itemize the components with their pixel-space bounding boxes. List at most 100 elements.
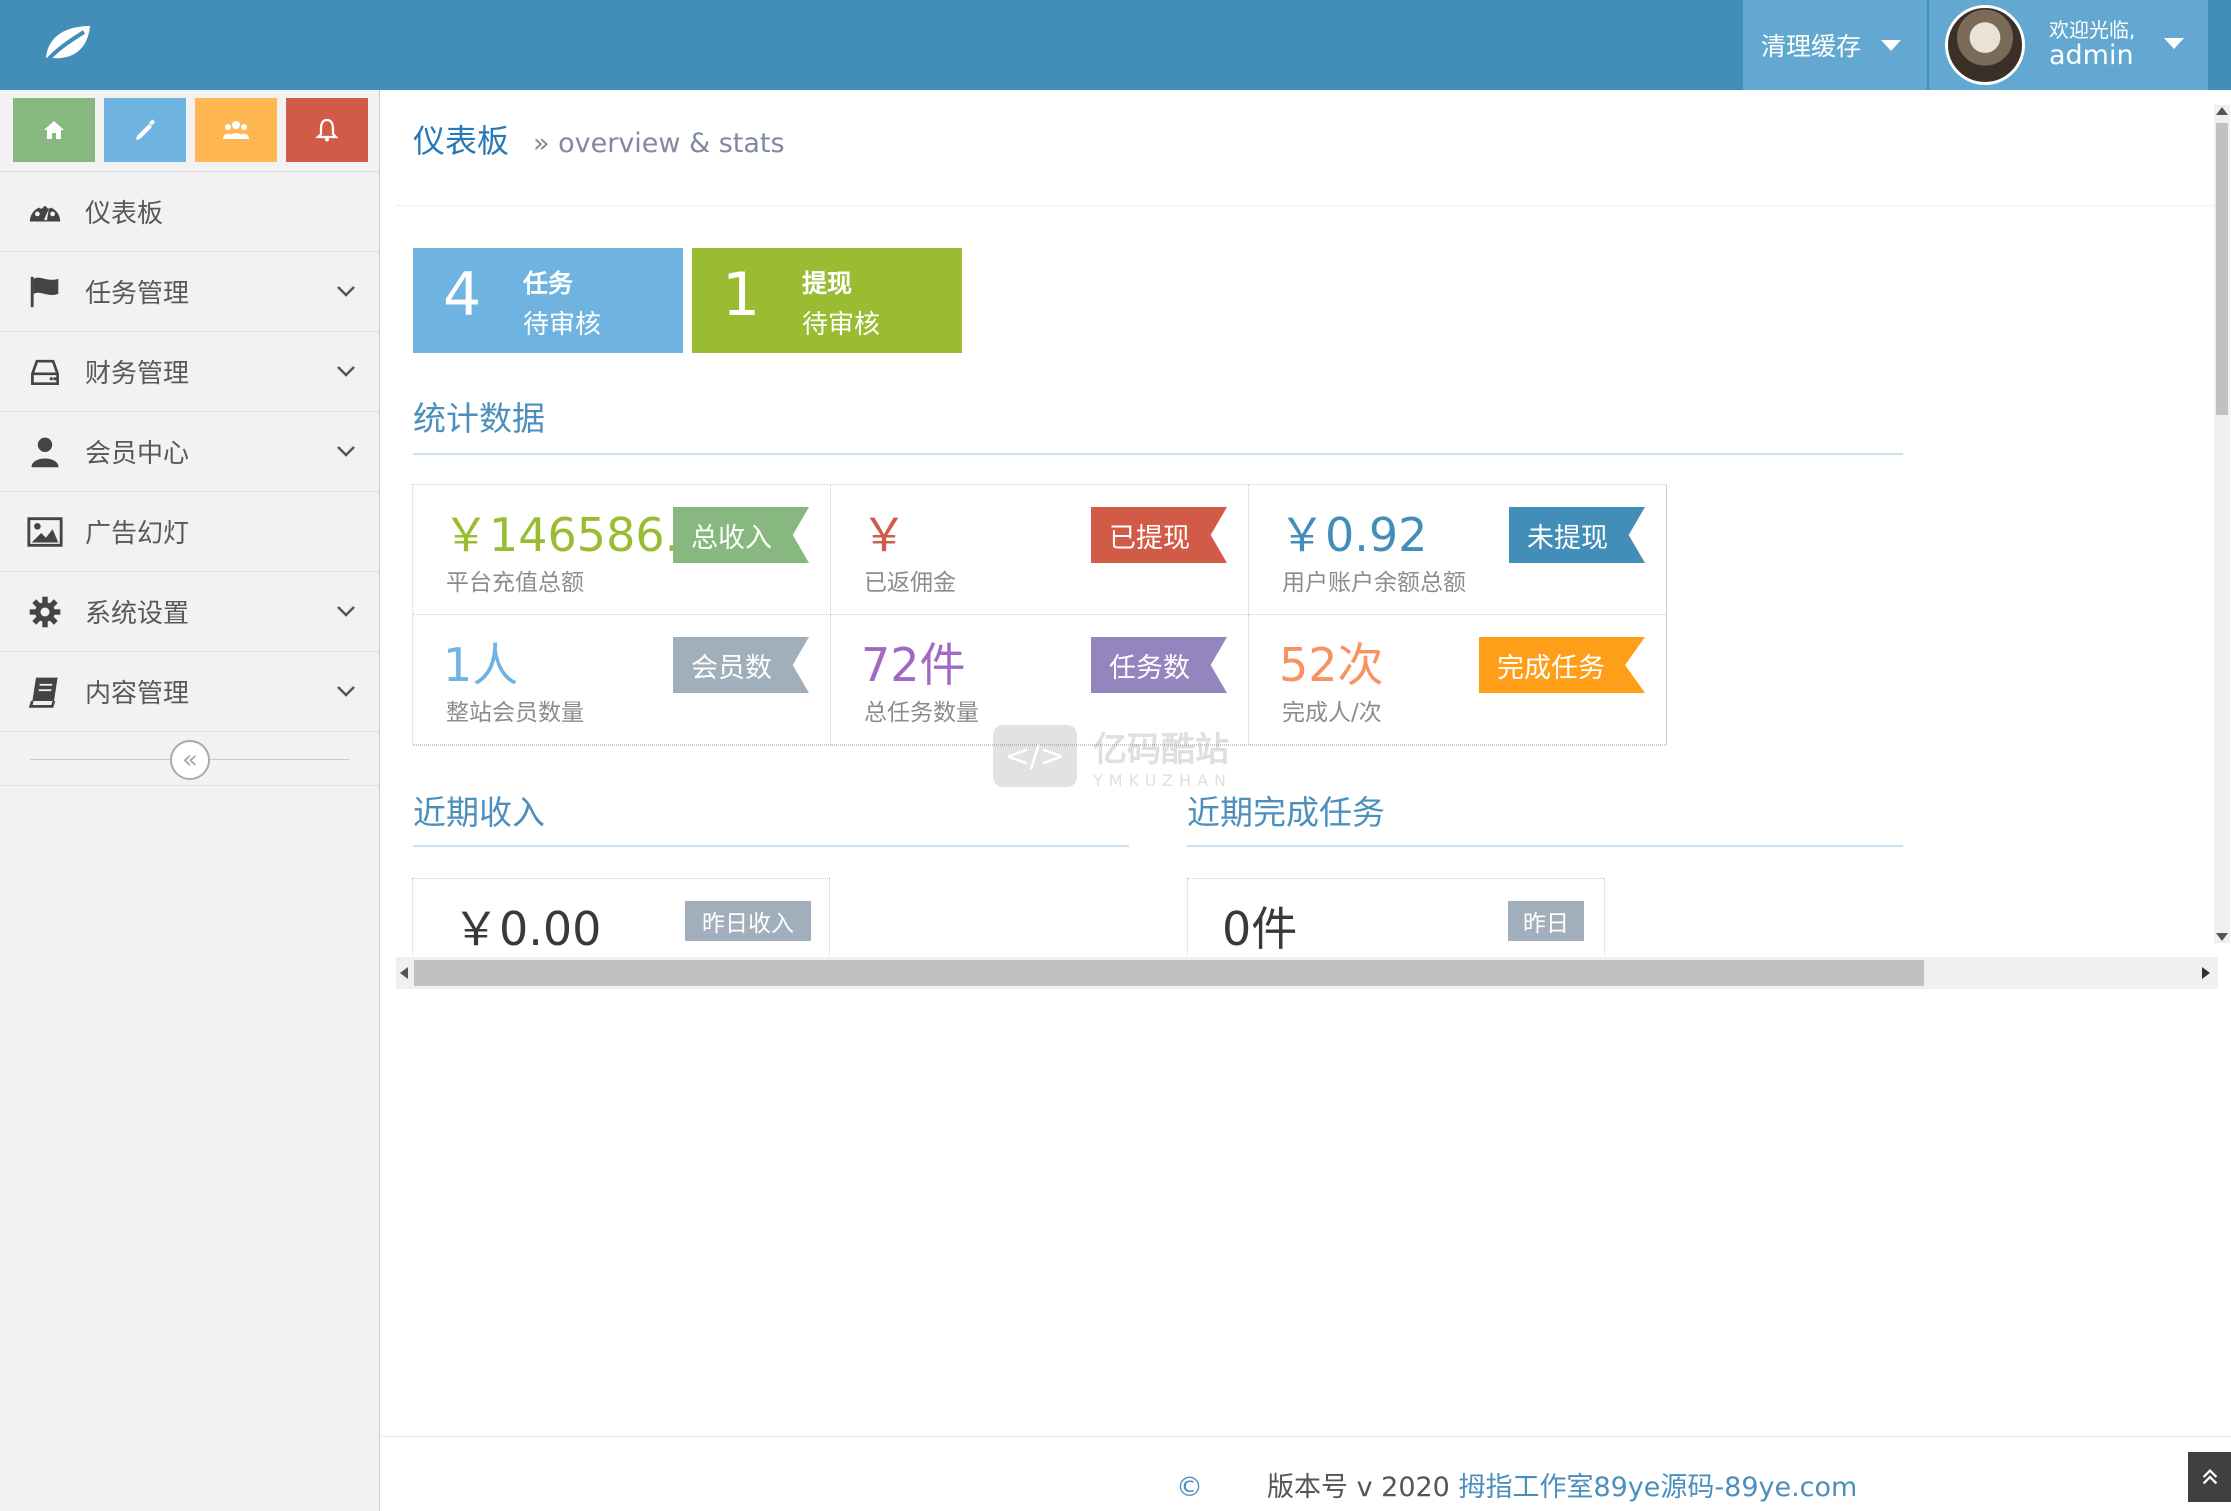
stats-section-title: 统计数据 — [413, 399, 545, 438]
recent-tasks-tag: 昨日 — [1508, 901, 1584, 941]
home-icon — [44, 121, 64, 139]
sidebar-item-label: 仪表板 — [85, 199, 164, 229]
sidebar-item-content[interactable]: 内容管理 — [0, 652, 379, 732]
sidebar-item-settings[interactable]: 系统设置 — [0, 572, 379, 652]
sidebar-item-dashboard[interactable]: 仪表板 — [0, 172, 379, 252]
stat-value: 52次 — [1279, 638, 1384, 692]
stat-value: ￥ — [861, 508, 907, 562]
horizontal-scrollbar[interactable] — [396, 957, 2218, 989]
chevron-down-icon — [337, 606, 355, 617]
stat-label: 用户账户余额总额 — [1282, 570, 1466, 596]
stat-label: 总任务数量 — [864, 700, 979, 726]
top-navbar: 清理缓存 欢迎光临, admin — [0, 0, 2231, 90]
pending-withdraw-count: 1 — [722, 260, 761, 330]
recent-income-tag: 昨日收入 — [685, 901, 811, 941]
sidebar-item-label: 任务管理 — [85, 279, 190, 309]
recent-tasks-title: 近期完成任务 — [1187, 793, 1385, 832]
pencil-icon — [136, 119, 156, 140]
users-icon — [223, 121, 249, 139]
stat-badge: 会员数 — [673, 637, 809, 693]
stat-completed: 52次 完成人/次 完成任务 — [1249, 615, 1667, 745]
recent-income-value: ￥0.00 — [453, 902, 602, 956]
sidebar-item-label: 系统设置 — [85, 599, 190, 629]
scrollbar-thumb[interactable] — [2216, 123, 2228, 415]
stat-badge: 已提现 — [1091, 507, 1227, 563]
sidebar-item-label: 内容管理 — [85, 679, 190, 709]
stat-label: 完成人/次 — [1282, 700, 1382, 726]
sidebar-collapse-button[interactable]: « — [170, 740, 210, 780]
user-menu[interactable]: 欢迎光临, admin — [1929, 0, 2208, 90]
clear-cache-dropdown[interactable]: 清理缓存 — [1743, 0, 1927, 90]
flag-icon — [25, 272, 65, 312]
caret-down-icon — [2164, 38, 2184, 49]
stat-label: 已返佣金 — [864, 570, 956, 596]
stat-value: 72件 — [861, 638, 966, 692]
leaf-logo-icon[interactable] — [40, 18, 96, 68]
main-content: 仪表板 » overview & stats 4 任务 待审核 1 提现 待审核… — [381, 90, 2231, 1511]
bell-icon — [315, 118, 339, 142]
stat-withdrawn: ￥ 已返佣金 已提现 — [831, 485, 1249, 615]
recent-income-card: ￥0.00 昨日收入 — [412, 878, 830, 958]
divider — [413, 845, 1129, 847]
chevron-down-icon — [337, 686, 355, 697]
sidebar-item-finance[interactable]: 财务管理 — [0, 332, 379, 412]
scroll-left-icon[interactable] — [400, 967, 408, 979]
sidebar-collapse-row: « — [0, 732, 379, 786]
pending-tasks-box[interactable]: 4 任务 待审核 — [413, 248, 683, 353]
sidebar-item-label: 财务管理 — [85, 359, 190, 389]
pending-withdraw-status: 待审核 — [802, 310, 881, 340]
watermark-text: 亿码酷站 — [1093, 730, 1229, 770]
stat-members: 1人 整站会员数量 会员数 — [413, 615, 831, 745]
double-chevron-up-icon — [2202, 1468, 2217, 1485]
version-text: 版本号 v 2020 — [1267, 1472, 1459, 1503]
stat-badge: 完成任务 — [1479, 637, 1645, 693]
scrollbar-thumb[interactable] — [414, 960, 1924, 986]
sidebar-item-tasks[interactable]: 任务管理 — [0, 252, 379, 332]
divider — [413, 453, 1903, 455]
gear-icon — [25, 592, 65, 632]
scroll-down-icon[interactable] — [2216, 933, 2228, 941]
pending-tasks-status: 待审核 — [523, 310, 602, 340]
chevron-down-icon — [337, 286, 355, 297]
avatar — [1945, 5, 2025, 85]
page-header: 仪表板 » overview & stats — [413, 116, 785, 162]
stat-value: 1人 — [443, 638, 519, 692]
sidebar-item-ads[interactable]: 广告幻灯 — [0, 492, 379, 572]
back-to-top-button[interactable] — [2188, 1452, 2231, 1502]
shortcut-home-button[interactable] — [13, 98, 95, 162]
scroll-right-icon[interactable] — [2202, 967, 2210, 979]
page-subtitle: » overview & stats — [533, 128, 785, 159]
footer-link[interactable]: 拇指工作室89ye源码-89ye.com — [1458, 1472, 1857, 1503]
copyright-symbol: © — [1176, 1472, 1203, 1503]
chevron-down-icon — [337, 446, 355, 457]
pending-tasks-title: 任务 — [523, 269, 574, 298]
stat-label: 整站会员数量 — [446, 700, 584, 726]
stat-label: 平台充值总额 — [446, 570, 584, 596]
user-icon — [25, 432, 65, 472]
hdd-icon — [25, 352, 65, 392]
pending-withdraw-title: 提现 — [802, 269, 853, 298]
double-chevron-left-icon: « — [182, 745, 198, 775]
pending-withdraw-box[interactable]: 1 提现 待审核 — [692, 248, 962, 353]
sidebar-item-members[interactable]: 会员中心 — [0, 412, 379, 492]
divider — [1187, 845, 1903, 847]
dashboard-icon — [25, 192, 65, 232]
caret-down-icon — [1881, 39, 1902, 51]
pending-tasks-count: 4 — [443, 260, 482, 330]
scroll-up-icon[interactable] — [2216, 107, 2228, 115]
sidebar-shortcuts — [0, 90, 379, 172]
stat-badge: 任务数 — [1091, 637, 1227, 693]
page-title: 仪表板 — [413, 122, 510, 160]
shortcut-notify-button[interactable] — [286, 98, 368, 162]
recent-tasks-card: 0件 昨日 — [1187, 878, 1605, 958]
shortcut-users-button[interactable] — [195, 98, 277, 162]
stat-not-withdrawn: ￥0.92 用户账户余额总额 未提现 — [1249, 485, 1667, 615]
sidebar-item-label: 广告幻灯 — [85, 519, 190, 549]
username: admin — [2049, 40, 2134, 71]
shortcut-edit-button[interactable] — [104, 98, 186, 162]
chevron-down-icon — [337, 366, 355, 377]
stat-badge: 总收入 — [673, 507, 809, 563]
vertical-scrollbar[interactable] — [2214, 105, 2230, 943]
footer: © 版本号 v 2020 拇指工作室89ye源码-89ye.com — [381, 1436, 2231, 1511]
footer-text: © 版本号 v 2020 拇指工作室89ye源码-89ye.com — [1176, 1465, 1857, 1504]
